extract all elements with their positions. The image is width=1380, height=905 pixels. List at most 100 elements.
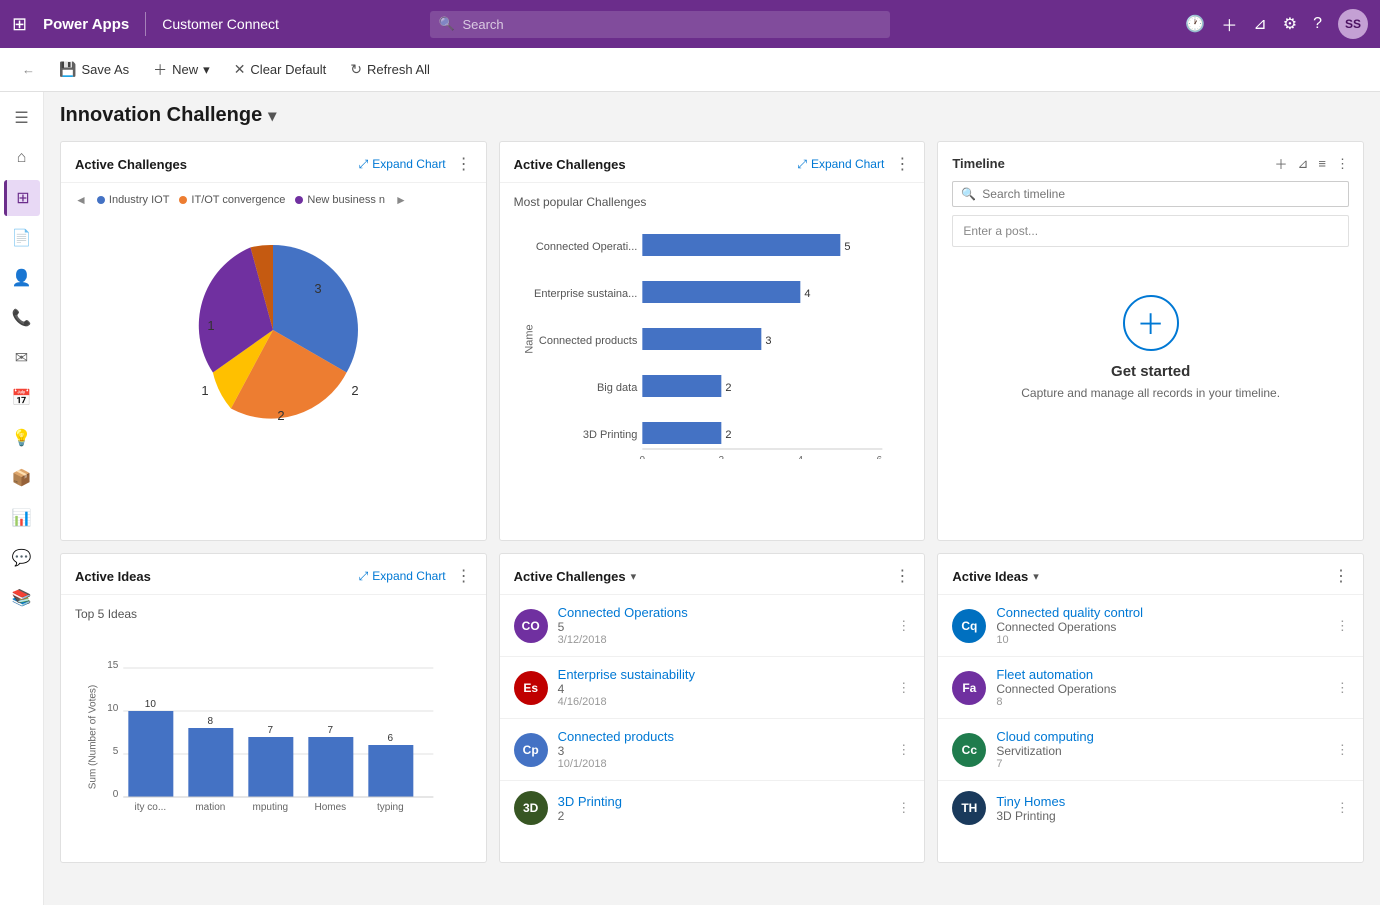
new-button[interactable]: ＋ New ▾ [143,55,220,85]
bar-chart-body: Most popular Challenges Name 5 Connected… [500,183,925,474]
sidebar-item-library[interactable]: 📚 [4,580,40,616]
save-as-button[interactable]: 💾 Save As [49,56,139,83]
help-icon[interactable]: ? [1313,15,1322,33]
svg-text:3: 3 [765,335,771,347]
challenge-item-dots-0[interactable]: ⋮ [897,618,910,634]
sidebar-item-analytics[interactable]: 📊 [4,500,40,536]
pie-nav-left[interactable]: ◄ [75,193,87,207]
pie-expand-button[interactable]: ⤢ Expand Chart [359,157,446,172]
idea-content-2: Cloud computing Servitization 7 [996,729,1325,770]
sidebar-item-chat[interactable]: 💬 [4,540,40,576]
active-ideas-bar-card: Active Ideas ⤢ Expand Chart ⋮ Top 5 Idea… [60,553,487,863]
page-title: Innovation Challenge [60,104,262,127]
ideas-bar-header-right: ⤢ Expand Chart ⋮ [359,566,472,586]
pie-nav-right[interactable]: ► [395,193,407,207]
timeline-get-started-icon[interactable]: ＋ [1123,295,1179,351]
idea-name-1[interactable]: Fleet automation [996,667,1325,682]
refresh-all-button[interactable]: ↻ Refresh All [340,56,440,83]
idea-item-3: TH Tiny Homes 3D Printing ⋮ [938,781,1363,835]
sidebar-item-calendar[interactable]: 📅 [4,380,40,416]
challenge-item-dots-1[interactable]: ⋮ [897,680,910,696]
challenge-name-1[interactable]: Enterprise sustainability [558,667,887,682]
back-button[interactable]: ← [12,57,45,82]
challenge-name-3[interactable]: 3D Printing [558,794,887,809]
svg-text:10: 10 [107,703,119,714]
idea-item-dots-1[interactable]: ⋮ [1336,680,1349,696]
bar-expand-button[interactable]: ⤢ Expand Chart [797,157,884,172]
timeline-post-area[interactable]: Enter a post... [952,215,1349,247]
active-ideas-list-card: Active Ideas ▾ ⋮ Cq Connected quality co… [937,553,1364,863]
svg-text:ity co...: ity co... [134,802,166,813]
bar-more-button[interactable]: ⋮ [894,154,910,174]
challenge-item-3: 3D 3D Printing 2 ⋮ [500,781,925,835]
svg-text:5: 5 [113,746,119,757]
challenge-item-dots-2[interactable]: ⋮ [897,742,910,758]
svg-text:mputing: mputing [253,802,289,813]
active-challenges-pie-card: Active Challenges ⤢ Expand Chart ⋮ ◄ [60,141,487,541]
timeline-filter-icon[interactable]: ⊿ [1297,156,1308,172]
ideas-bar-header: Active Ideas ⤢ Expand Chart ⋮ [61,554,486,595]
svg-text:Connected products: Connected products [539,335,638,347]
sidebar-item-contacts[interactable]: 👤 [4,260,40,296]
sidebar-item-records[interactable]: 📄 [4,220,40,256]
timeline-actions: ＋ ⊿ ≡ ⋮ [1274,154,1349,173]
timeline-search-container: 🔍 [952,181,1349,207]
timeline-list-icon[interactable]: ≡ [1318,156,1326,171]
challenges-dropdown-chevron[interactable]: ▾ [631,570,637,583]
settings-icon[interactable]: ⚙ [1283,14,1297,34]
sidebar: ☰ ⌂ ⊞ 📄 👤 📞 ✉ 📅 💡 📦 📊 💬 📚 [0,92,44,905]
challenge-avatar-1: Es [514,671,548,705]
challenge-item-dots-3[interactable]: ⋮ [897,800,910,816]
idea-item-dots-3[interactable]: ⋮ [1336,800,1349,816]
sidebar-item-phone[interactable]: 📞 [4,300,40,336]
challenge-count-0: 5 [558,620,887,634]
user-avatar[interactable]: SS [1338,9,1368,39]
filter-icon[interactable]: ⊿ [1253,14,1266,34]
sidebar-item-ideas[interactable]: 💡 [4,420,40,456]
idea-item-dots-0[interactable]: ⋮ [1336,618,1349,634]
ideas-dropdown-chevron[interactable]: ▾ [1033,570,1039,583]
page-title-chevron[interactable]: ▾ [268,106,276,126]
card-grid-bottom: Active Ideas ⤢ Expand Chart ⋮ Top 5 Idea… [60,553,1364,863]
clock-icon[interactable]: 🕐 [1185,14,1205,34]
idea-name-3[interactable]: Tiny Homes [996,794,1325,809]
idea-name-2[interactable]: Cloud computing [996,729,1325,744]
apps-icon[interactable]: ⊞ [12,14,27,35]
svg-text:Homes: Homes [314,802,346,813]
sidebar-item-dashboard[interactable]: ⊞ [4,180,40,216]
svg-text:Big data: Big data [597,382,638,394]
idea-name-0[interactable]: Connected quality control [996,605,1325,620]
svg-text:mation: mation [195,802,225,813]
ideas-list-more-button[interactable]: ⋮ [1333,566,1349,586]
challenge-date-0: 3/12/2018 [558,634,887,646]
timeline-title: Timeline [952,156,1005,171]
challenges-list-more-button[interactable]: ⋮ [894,566,910,586]
new-dropdown-chevron[interactable]: ▾ [203,62,210,78]
svg-text:7: 7 [328,725,334,736]
sidebar-item-menu[interactable]: ☰ [4,100,40,136]
app-name: Power Apps [43,16,129,33]
search-icon: 🔍 [438,16,454,32]
idea-sub-3: 3D Printing [996,809,1325,823]
clear-default-button[interactable]: ✕ Clear Default [224,56,337,83]
ideas-bar-more-button[interactable]: ⋮ [456,566,472,586]
sidebar-item-home[interactable]: ⌂ [4,140,40,176]
timeline-more-icon[interactable]: ⋮ [1336,156,1349,172]
global-search-input[interactable] [430,11,890,38]
sidebar-item-products[interactable]: 📦 [4,460,40,496]
timeline-search-input[interactable] [982,187,1340,201]
challenge-name-0[interactable]: Connected Operations [558,605,887,620]
pie-more-button[interactable]: ⋮ [456,154,472,174]
layout: ☰ ⌂ ⊞ 📄 👤 📞 ✉ 📅 💡 📦 📊 💬 📚 Innovation Cha… [0,92,1380,905]
timeline-add-icon[interactable]: ＋ [1274,154,1287,173]
svg-text:4: 4 [804,288,810,300]
challenge-name-2[interactable]: Connected products [558,729,887,744]
ideas-bar-expand-button[interactable]: ⤢ Expand Chart [359,569,446,584]
idea-content-0: Connected quality control Connected Oper… [996,605,1325,646]
add-icon[interactable]: ＋ [1221,12,1237,36]
idea-item-dots-2[interactable]: ⋮ [1336,742,1349,758]
challenges-list-title: Active Challenges [514,569,626,584]
idea-avatar-2: Cc [952,733,986,767]
sidebar-item-mail[interactable]: ✉ [4,340,40,376]
challenge-content-2: Connected products 3 10/1/2018 [558,729,887,770]
